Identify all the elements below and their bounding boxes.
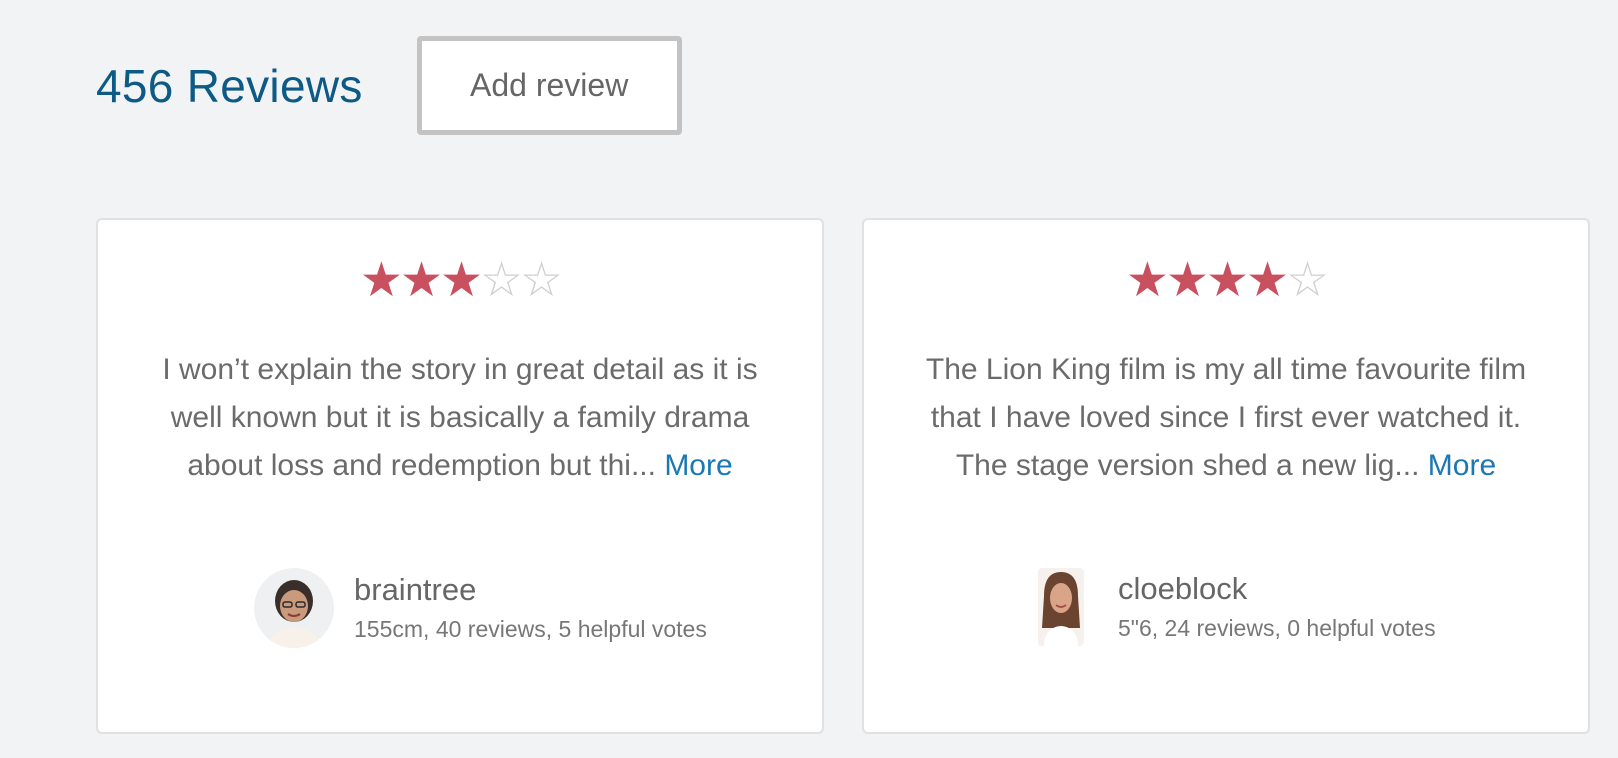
avatar-image bbox=[1038, 568, 1084, 646]
review-excerpt: I won’t explain the story in great detai… bbox=[148, 346, 772, 490]
author-meta: 155cm, 40 reviews, 5 helpful votes bbox=[354, 616, 707, 642]
more-link[interactable]: More bbox=[1428, 449, 1496, 482]
author-name[interactable]: braintree bbox=[354, 570, 707, 610]
star-icon: ☆ bbox=[1286, 252, 1329, 308]
avatar[interactable] bbox=[254, 568, 334, 648]
review-card: ★★★☆☆ I won’t explain the story in great… bbox=[96, 218, 824, 734]
review-excerpt: The Lion King film is my all time favour… bbox=[914, 346, 1538, 490]
avatar[interactable] bbox=[1038, 568, 1084, 646]
star-icon: ☆ bbox=[520, 252, 563, 308]
star-rating: ★★★☆☆ bbox=[98, 256, 822, 305]
star-icon: ☆ bbox=[480, 252, 523, 308]
author-meta: 5"6, 24 reviews, 0 helpful votes bbox=[1118, 615, 1436, 641]
more-link[interactable]: More bbox=[664, 449, 732, 482]
review-cards: ★★★☆☆ I won’t explain the story in great… bbox=[96, 218, 1590, 734]
star-icon: ★ bbox=[1165, 252, 1209, 308]
author-name[interactable]: cloeblock bbox=[1118, 569, 1436, 609]
star-icon: ★ bbox=[1125, 252, 1169, 308]
star-icon: ★ bbox=[1205, 252, 1249, 308]
reviews-count-title: 456 Reviews bbox=[96, 59, 363, 112]
star-icon: ★ bbox=[399, 252, 443, 308]
star-icon: ★ bbox=[1246, 252, 1289, 308]
author-info: braintree 155cm, 40 reviews, 5 helpful v… bbox=[354, 570, 707, 646]
reviews-header: 456 Reviews Add review bbox=[96, 36, 682, 135]
star-rating: ★★★★☆ bbox=[864, 256, 1588, 305]
author-info: cloeblock 5"6, 24 reviews, 0 helpful vot… bbox=[1118, 569, 1436, 645]
star-icon: ★ bbox=[359, 252, 403, 308]
avatar-image bbox=[254, 568, 334, 648]
star-icon: ★ bbox=[439, 252, 483, 308]
add-review-button[interactable]: Add review bbox=[416, 36, 682, 135]
review-author: cloeblock 5"6, 24 reviews, 0 helpful vot… bbox=[1038, 568, 1436, 646]
review-author: braintree 155cm, 40 reviews, 5 helpful v… bbox=[254, 568, 707, 648]
review-card: ★★★★☆ The Lion King film is my all time … bbox=[862, 218, 1590, 734]
